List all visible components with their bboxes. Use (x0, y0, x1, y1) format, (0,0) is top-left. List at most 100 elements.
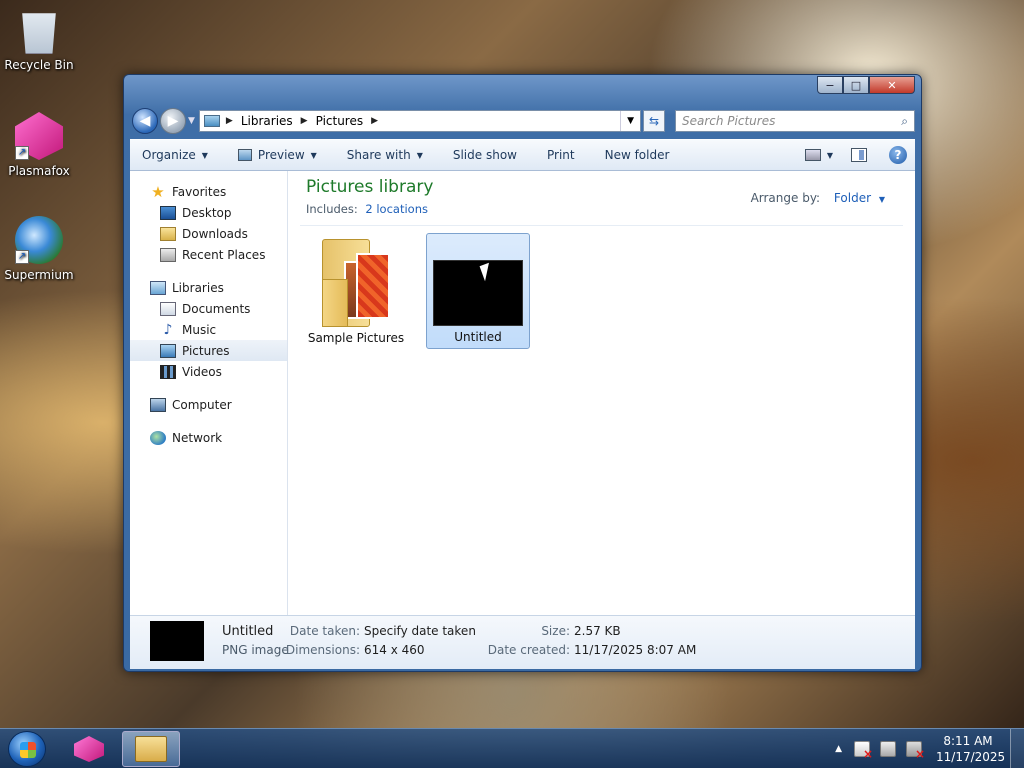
preview-button[interactable]: Preview ▼ (237, 148, 317, 162)
content-area: ★ Favorites Desktop Downloads Recent Pla… (130, 171, 915, 615)
chevron-down-icon: ▼ (310, 150, 317, 160)
date-taken-value[interactable]: Specify date taken (364, 624, 476, 638)
clock-date: 11/17/2025 (936, 750, 1006, 764)
navigation-pane: ★ Favorites Desktop Downloads Recent Pla… (130, 171, 288, 615)
view-options-dropdown-icon[interactable]: ▼ (827, 151, 833, 160)
date-created-value: 11/17/2025 8:07 AM (574, 643, 697, 657)
network-icon (150, 430, 166, 445)
volume-muted-icon[interactable] (906, 741, 925, 761)
preview-label: Preview (257, 148, 305, 162)
header-divider (300, 225, 903, 226)
desktop-icon-plasmafox[interactable]: ↗ Plasmafox (4, 112, 74, 178)
action-center-icon[interactable] (854, 741, 873, 761)
desktop-icon-recycle-bin[interactable]: Recycle Bin (4, 6, 74, 72)
details-file-name: Untitled (222, 624, 274, 639)
arrange-label: Arrange by: (750, 191, 821, 205)
close-button[interactable]: ✕ (869, 76, 915, 94)
chevron-down-icon[interactable]: ▼ (879, 195, 885, 204)
help-button[interactable]: ? (889, 146, 907, 164)
recent-places-icon (160, 247, 176, 262)
desktop-icon-label: Plasmafox (8, 164, 70, 178)
music-icon: ♪ (163, 321, 173, 338)
change-view-icon[interactable] (804, 149, 821, 161)
nav-item-desktop[interactable]: Desktop (130, 202, 287, 223)
date-taken-label: Date taken: (289, 624, 360, 638)
nav-item-network[interactable]: Network (130, 427, 287, 448)
arrange-by: Arrange by: Folder ▼ (751, 191, 885, 205)
back-button[interactable]: ◀ (132, 108, 158, 134)
nav-item-music[interactable]: ♪ Music (130, 319, 287, 340)
nav-item-favorites[interactable]: ★ Favorites (130, 181, 287, 202)
computer-icon (150, 397, 166, 412)
size-label: Size: (541, 624, 570, 638)
clock[interactable]: 8:11 AM 11/17/2025 (936, 733, 1006, 765)
refresh-button[interactable]: ⇆ (643, 110, 665, 132)
breadcrumb-arrow-icon[interactable]: ▶ (371, 116, 378, 126)
toolbar-right: ▼ ? (804, 146, 915, 164)
star-icon: ★ (151, 182, 165, 201)
system-tray: ▲ 8:11 AM 11/17/2025 (835, 729, 1024, 768)
includes-label: Includes: (306, 202, 358, 216)
nav-item-documents[interactable]: Documents (130, 298, 287, 319)
locations-link[interactable]: 2 locations (365, 202, 428, 216)
pictures-icon (160, 343, 176, 358)
nav-item-videos[interactable]: Videos (130, 361, 287, 382)
nav-gap (130, 382, 287, 394)
file-item-label: Sample Pictures (307, 331, 405, 345)
share-with-button[interactable]: Share with ▼ (347, 148, 423, 162)
show-hidden-icons-icon[interactable]: ▲ (835, 744, 842, 754)
image-thumbnail (433, 260, 523, 326)
nav-label: Favorites (172, 184, 227, 199)
arrange-by-dropdown[interactable]: Folder (834, 191, 871, 205)
new-folder-button[interactable]: New folder (605, 148, 670, 162)
nav-item-computer[interactable]: Computer (130, 394, 287, 415)
folder-photo (356, 253, 390, 319)
taskbar-app-plasmafox[interactable] (60, 731, 118, 767)
desktop-icon (160, 205, 176, 220)
address-bar[interactable]: ▶ Libraries ▶ Pictures ▶ ▼ (198, 110, 641, 132)
desktop-icon-label: Supermium (4, 268, 74, 282)
start-button[interactable] (8, 731, 46, 767)
minimize-button[interactable]: − (817, 76, 843, 94)
breadcrumb-arrow-icon[interactable]: ▶ (301, 116, 308, 126)
desktop-icon-supermium[interactable]: ↗ Supermium (4, 216, 74, 282)
file-item-sample-pictures[interactable]: Sample Pictures (304, 233, 408, 349)
history-dropdown-icon[interactable]: ▼ (188, 116, 195, 126)
nav-item-libraries[interactable]: Libraries (130, 277, 287, 298)
search-placeholder: Search Pictures (682, 114, 776, 128)
documents-icon (160, 301, 176, 316)
maximize-button[interactable]: □ (843, 76, 869, 94)
search-input[interactable]: Search Pictures ⌕ (675, 110, 915, 132)
nav-label: Pictures (182, 343, 230, 358)
breadcrumb-pictures[interactable]: Pictures (316, 114, 364, 128)
network-status-icon[interactable] (880, 741, 896, 757)
videos-icon (160, 364, 176, 379)
organize-button[interactable]: Organize ▼ (142, 148, 208, 162)
details-thumbnail (150, 621, 204, 661)
library-title: Pictures library (306, 177, 434, 197)
nav-item-pictures[interactable]: Pictures (130, 340, 287, 361)
address-dropdown-icon[interactable]: ▼ (620, 111, 640, 131)
preview-icon (237, 149, 252, 161)
slide-show-button[interactable]: Slide show (453, 148, 517, 162)
breadcrumb-arrow-icon[interactable]: ▶ (226, 116, 233, 126)
search-icon[interactable]: ⌕ (901, 114, 908, 129)
print-button[interactable]: Print (547, 148, 575, 162)
breadcrumb-libraries[interactable]: Libraries (241, 114, 293, 128)
libraries-icon (150, 280, 166, 295)
nav-item-downloads[interactable]: Downloads (130, 223, 287, 244)
sample-pictures-folder-icon (322, 239, 390, 327)
forward-arrow-icon: ▶ (167, 113, 179, 129)
file-item-untitled[interactable]: Untitled (426, 233, 530, 349)
organize-label: Organize (142, 148, 196, 162)
taskbar: ▲ 8:11 AM 11/17/2025 (0, 728, 1024, 768)
preview-pane-icon[interactable] (851, 148, 867, 162)
file-list-pane: Pictures library Includes: 2 locations A… (288, 171, 915, 615)
chevron-down-icon: ▼ (416, 150, 423, 160)
forward-button[interactable]: ▶ (160, 108, 186, 134)
nav-item-recent-places[interactable]: Recent Places (130, 244, 287, 265)
taskbar-app-explorer[interactable] (122, 731, 180, 767)
dimensions-value: 614 x 460 (364, 643, 425, 657)
plasmafox-icon-wrap: ↗ (15, 112, 63, 160)
show-desktop-button[interactable] (1010, 729, 1024, 768)
